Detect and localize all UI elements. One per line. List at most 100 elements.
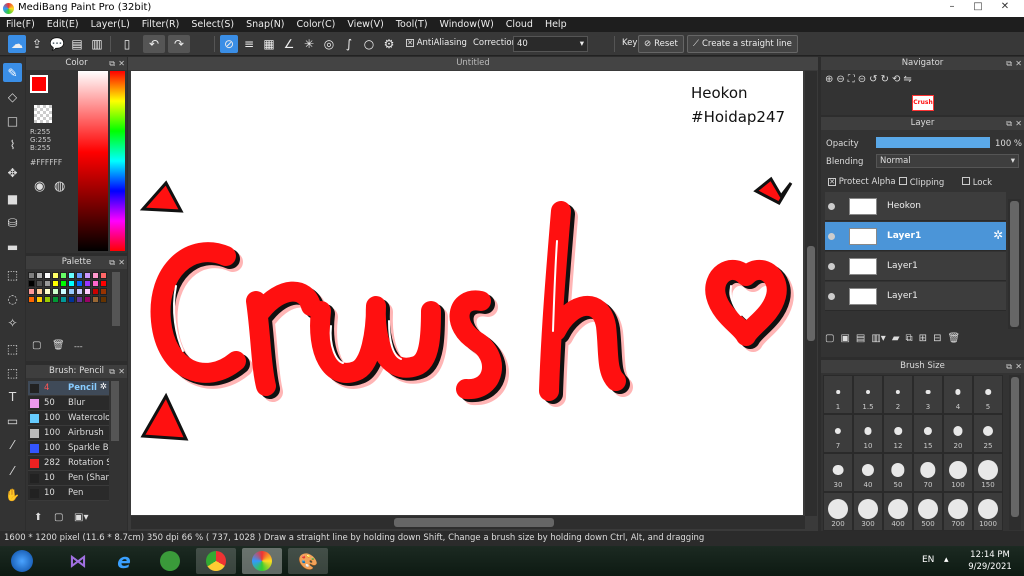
palette-swatch[interactable] (28, 272, 35, 279)
eyedropper-tool-icon[interactable]: ⁄ (3, 435, 22, 454)
tray-arrow-icon[interactable]: ▴ (944, 555, 949, 565)
maximize-button[interactable]: □ (966, 0, 990, 14)
brush-size-option[interactable]: 12 (883, 414, 913, 453)
navigator-thumbnail[interactable]: Crush (912, 95, 934, 111)
layer-row[interactable]: Layer1 ✲ (825, 222, 1006, 251)
layer-settings-icon[interactable]: ⊟ (933, 333, 941, 344)
panel-toggle-icon[interactable]: ▯ (118, 35, 136, 53)
document-icon[interactable]: ▥ (88, 35, 106, 53)
document-tab[interactable]: Untitled (128, 57, 818, 70)
eraser-tool-icon[interactable]: ◇ (3, 87, 22, 106)
menu-file[interactable]: File(F) (6, 19, 35, 30)
palette-swatch[interactable] (100, 296, 107, 303)
select-pen-tool-icon[interactable]: ⬚ (3, 339, 22, 358)
brush-size-option[interactable]: 200 (823, 492, 853, 531)
close-button[interactable]: ✕ (993, 0, 1017, 14)
menu-help[interactable]: Help (545, 19, 567, 30)
brush-item[interactable]: 100 Airbrush (28, 426, 109, 441)
clock[interactable]: 12:14 PM 9/29/2021 (960, 549, 1020, 573)
snap-settings-icon[interactable]: ⚙ (380, 35, 398, 53)
rotate-right-icon[interactable]: ↻ (881, 74, 889, 93)
zoom-in-icon[interactable]: ⊕ (825, 74, 833, 93)
popout-icon[interactable]: ⧉ (109, 256, 115, 269)
magic-wand-tool-icon[interactable]: ✧ (3, 313, 22, 332)
palette-swatch[interactable] (84, 296, 91, 303)
brush-size-option[interactable]: 70 (913, 453, 943, 492)
paint-task[interactable]: 🎨 (288, 548, 328, 574)
move-tool-icon[interactable]: ✥ (3, 163, 22, 182)
gear-icon[interactable]: ✲ (100, 382, 107, 392)
coccoc-task[interactable] (150, 548, 190, 574)
clipping-checkbox[interactable]: Clipping (899, 177, 944, 188)
palette-swatch[interactable] (84, 288, 91, 295)
palette-swatch[interactable] (100, 288, 107, 295)
palette-swatch[interactable] (28, 296, 35, 303)
fit-screen-icon[interactable]: ⛶ (848, 74, 855, 93)
layer-scrollbar[interactable] (1008, 199, 1021, 329)
blending-select[interactable]: Normal ▾ (876, 154, 1019, 168)
rotate-left-icon[interactable]: ↺ (869, 74, 877, 93)
bucket-tool-icon[interactable]: ⛁ (3, 213, 22, 232)
redo-icon[interactable]: ↷ (168, 35, 190, 53)
brush-item[interactable]: 100 Watercolor (28, 411, 109, 426)
brush-scrollbar[interactable] (111, 381, 119, 441)
palette-swatch[interactable] (36, 272, 43, 279)
layer-menu-icon[interactable]: ▥▾ (871, 333, 885, 344)
brush-size-option[interactable]: 150 (973, 453, 1003, 492)
horizontal-scroll-thumb[interactable] (394, 518, 554, 527)
eye-icon[interactable] (828, 263, 835, 270)
menu-edit[interactable]: Edit(E) (47, 19, 79, 30)
palette-scrollbar[interactable] (112, 272, 120, 326)
brush-size-option[interactable]: 2 (883, 375, 913, 414)
perspective-snap-icon[interactable]: ∠ (280, 35, 298, 53)
select-tool-icon[interactable]: ⬚ (3, 265, 22, 284)
popout-icon[interactable]: ⧉ (1006, 57, 1012, 70)
layer-row[interactable]: Layer1 (825, 282, 1006, 311)
close-icon[interactable]: ✕ (118, 365, 125, 378)
close-icon[interactable]: ✕ (1015, 117, 1022, 130)
brush-size-option[interactable]: 1.5 (853, 375, 883, 414)
undo-icon[interactable]: ↶ (143, 35, 165, 53)
layer-scroll-thumb[interactable] (1010, 201, 1019, 327)
select-eraser-tool-icon[interactable]: ⬚ (3, 363, 22, 382)
menu-layer[interactable]: Layer(L) (91, 19, 130, 30)
merge-layer-icon[interactable]: ⊞ (919, 333, 927, 344)
palette-swatch[interactable] (52, 288, 59, 295)
popout-icon[interactable]: ⧉ (1006, 360, 1012, 373)
palette-swatch[interactable] (44, 288, 51, 295)
new-layer-2-icon[interactable]: ▣ (840, 333, 849, 344)
close-icon[interactable]: ✕ (118, 256, 125, 269)
rectangle-tool-icon[interactable]: □ (3, 111, 22, 130)
palette-swatch[interactable] (68, 296, 75, 303)
palette-swatch[interactable] (36, 288, 43, 295)
lock-checkbox[interactable]: Lock (962, 177, 992, 188)
brush-size-scrollbar[interactable] (1009, 375, 1021, 530)
menu-view[interactable]: View(V) (347, 19, 383, 30)
create-straight-line-button[interactable]: ⟋ Create a straight line (687, 35, 798, 53)
gradient-tool-icon[interactable]: ▬ (3, 237, 22, 256)
vertical-scroll-thumb[interactable] (807, 246, 815, 341)
brush-size-option[interactable]: 300 (853, 492, 883, 531)
palette-more[interactable]: --- (74, 342, 83, 351)
antialiasing-check-icon[interactable]: ✕ (406, 39, 414, 47)
reset-button[interactable]: ⊘ Reset (638, 35, 684, 53)
palette-swatch[interactable] (36, 280, 43, 287)
zoom-out-icon[interactable]: ⊖ (836, 74, 844, 93)
new-brush-icon[interactable]: ▢ (54, 512, 63, 523)
close-icon[interactable]: ✕ (1015, 360, 1022, 373)
brush-size-option[interactable]: 50 (883, 453, 913, 492)
brush-menu-icon[interactable]: ▣▾ (74, 512, 88, 523)
duplicate-layer-icon[interactable]: ⧉ (906, 333, 913, 344)
brush-size-option[interactable]: 1000 (973, 492, 1003, 531)
hand-tool-icon[interactable]: ✋ (3, 485, 22, 504)
minimize-button[interactable]: – (940, 0, 964, 14)
brush-size-option[interactable]: 700 (943, 492, 973, 531)
grid-snap-icon[interactable]: ▦ (260, 35, 278, 53)
palette-swatch[interactable] (100, 280, 107, 287)
palette-swatch[interactable] (68, 272, 75, 279)
brush-tool-icon[interactable]: ✎ (3, 63, 22, 82)
brush-size-option[interactable]: 3 (913, 375, 943, 414)
brush-size-option[interactable]: 15 (913, 414, 943, 453)
brush-item[interactable]: 282 Rotation S (28, 456, 109, 471)
palette-swatch[interactable] (44, 296, 51, 303)
